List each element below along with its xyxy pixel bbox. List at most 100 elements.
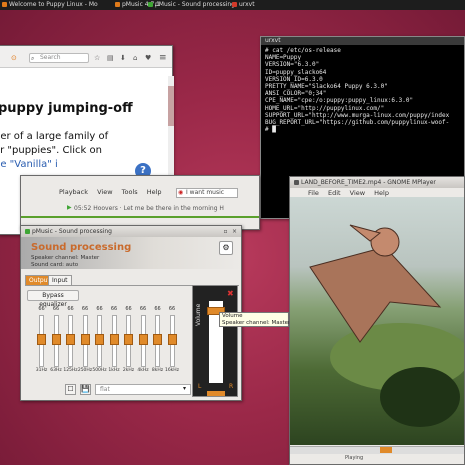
eq-band-value: 66	[52, 306, 60, 312]
pmusic-task-icon	[115, 2, 120, 7]
browser-scrollbar[interactable]	[168, 76, 174, 186]
taskbar: Welcome to Puppy Linux - Mo pMusic 4.7.1…	[0, 0, 465, 10]
volume-label: Volume	[195, 303, 202, 326]
chevron-down-icon[interactable]: ▾	[183, 385, 186, 392]
eq-band-value: 66	[96, 306, 103, 312]
mixer-icon[interactable]: ⚙	[219, 241, 233, 255]
volume-tooltip: Volume Speaker channel: Master	[219, 312, 290, 327]
eq-slider-knob[interactable]	[153, 334, 162, 345]
terminal-task-icon	[232, 2, 237, 7]
menu-edit[interactable]: Edit	[328, 189, 341, 197]
sound-card: Sound card: auto	[31, 262, 79, 268]
eq-band[interactable]: 66 8kHz	[151, 306, 164, 374]
bookmark-star-icon[interactable]: ☆	[94, 54, 100, 62]
sound-task-icon	[148, 2, 153, 7]
bypass-equalizer-button[interactable]: Bypass equalizer	[27, 290, 79, 308]
mplayer-titlebar: LAND_BEFORE_TIME2.mp4 - GNOME MPlayer	[290, 177, 464, 188]
ground-foliage	[380, 367, 460, 427]
left-channel-label: L	[198, 383, 202, 390]
menu-playback[interactable]: Playback	[59, 188, 88, 196]
eq-slider-knob[interactable]	[80, 334, 90, 345]
task-browser[interactable]: Welcome to Puppy Linux - Mo	[2, 0, 98, 10]
seek-bar[interactable]	[290, 446, 464, 454]
volume-panel: Volume ✖ L R	[192, 285, 238, 397]
menu-help[interactable]: Help	[374, 189, 389, 197]
task-urxvt[interactable]: urxvt	[232, 0, 255, 10]
play-icon[interactable]: ▶	[67, 204, 72, 211]
minimize-icon[interactable]: ▫	[222, 228, 229, 235]
library-icon[interactable]: ▤	[107, 54, 114, 62]
eq-band-value: 66	[139, 306, 147, 312]
menu-help[interactable]: Help	[147, 188, 162, 196]
save-preset-icon[interactable]: 💾	[80, 384, 91, 395]
menu-view[interactable]: View	[97, 188, 112, 196]
page-text-line: or "puppies". Click on	[0, 145, 102, 156]
eq-slider-knob[interactable]	[95, 334, 104, 345]
eq-band[interactable]: 66 63Hz	[50, 306, 63, 374]
mplayer-window: LAND_BEFORE_TIME2.mp4 - GNOME MPlayer Fi…	[289, 176, 465, 465]
eq-slider-knob[interactable]	[167, 334, 177, 345]
right-channel-label: R	[229, 383, 234, 390]
preset-select[interactable]: flat	[95, 384, 191, 395]
menu-view[interactable]: View	[350, 189, 365, 197]
eq-slider-knob[interactable]	[109, 334, 119, 345]
downloads-icon[interactable]: ⬇	[120, 54, 126, 62]
eq-slider-knob[interactable]	[37, 334, 46, 345]
speaker-channel: Speaker channel: Master	[31, 255, 100, 261]
menu-hamburger-icon[interactable]: ≡	[159, 53, 167, 63]
sound-titlebar: pMusic - Sound processing ▫ ×	[21, 226, 241, 237]
music-search-icon: ◉	[178, 189, 184, 196]
playback-progress[interactable]	[21, 216, 259, 218]
search-input[interactable]: Search	[29, 53, 89, 63]
eq-band-value: 66	[168, 306, 176, 312]
now-playing: 05:52 Hoovers · Let me be there in the m…	[74, 205, 224, 212]
home-icon[interactable]: ⌂	[133, 54, 137, 62]
browser-task-icon	[2, 2, 7, 7]
page-heading: puppy jumping-off	[0, 101, 133, 116]
eq-band[interactable]: 66 31Hz	[35, 306, 48, 374]
eq-band[interactable]: 66 250Hz	[78, 306, 92, 374]
eq-band[interactable]: 66 125Hz	[63, 306, 77, 374]
eq-slider-knob[interactable]	[124, 334, 133, 345]
eq-slider-knob[interactable]	[66, 334, 75, 345]
eq-band-value: 66	[125, 306, 132, 312]
pocket-icon[interactable]: ♥	[145, 54, 151, 62]
pmusic-window: Playback View Tools Help I want music ◉ …	[20, 175, 260, 230]
browser-toolbar: ⊙ Search ⌕ ☆ ▤ ⬇ ⌂ ♥ ≡	[0, 46, 172, 68]
terminal-output[interactable]: # cat /etc/os-release NAME=Puppy VERSION…	[265, 47, 449, 133]
eq-slider-knob[interactable]	[138, 334, 148, 345]
eq-band-value: 66	[154, 306, 161, 312]
page-text-line[interactable]: he "Vanilla" i	[0, 159, 58, 170]
eq-band-value: 66	[38, 306, 45, 312]
video-frame	[309, 224, 464, 427]
eq-band-label: 16kHz	[164, 368, 180, 373]
menu-file[interactable]: File	[308, 189, 319, 197]
mplayer-app-icon	[294, 180, 299, 185]
eq-band-value: 66	[67, 306, 74, 312]
volume-meter	[207, 391, 225, 396]
app-icon	[25, 229, 30, 234]
page-info-icon[interactable]: ⊙	[11, 54, 17, 62]
eq-band-value: 66	[81, 306, 89, 312]
player-status: Playing	[345, 455, 364, 461]
eq-band[interactable]: 66 2kHz	[122, 306, 135, 374]
close-icon[interactable]: ×	[231, 228, 238, 235]
eq-band-value: 66	[110, 306, 118, 312]
eq-band[interactable]: 66 16kHz	[164, 306, 180, 374]
search-icon: ⌕	[31, 55, 35, 62]
eq-slider-knob[interactable]	[51, 334, 61, 345]
eq-band[interactable]: 66 4kHz	[137, 306, 150, 374]
tab-input[interactable]: Input	[48, 275, 72, 285]
page-text-line: ber of a large family of	[0, 131, 109, 142]
menu-tools[interactable]: Tools	[122, 188, 138, 196]
reset-button[interactable]: ☐	[65, 384, 76, 395]
video-area[interactable]	[290, 197, 464, 445]
eq-band[interactable]: 66 500Hz	[92, 306, 106, 374]
task-sound-processing[interactable]: pMusic - Sound processing	[148, 0, 235, 10]
scrollbar-thumb[interactable]	[168, 86, 174, 126]
mute-icon[interactable]: ✖	[227, 289, 234, 298]
sound-heading: Sound processing	[31, 242, 132, 253]
eq-band[interactable]: 66 1kHz	[108, 306, 121, 374]
music-search-input[interactable]: I want music	[176, 188, 238, 198]
seek-knob[interactable]	[380, 447, 393, 453]
